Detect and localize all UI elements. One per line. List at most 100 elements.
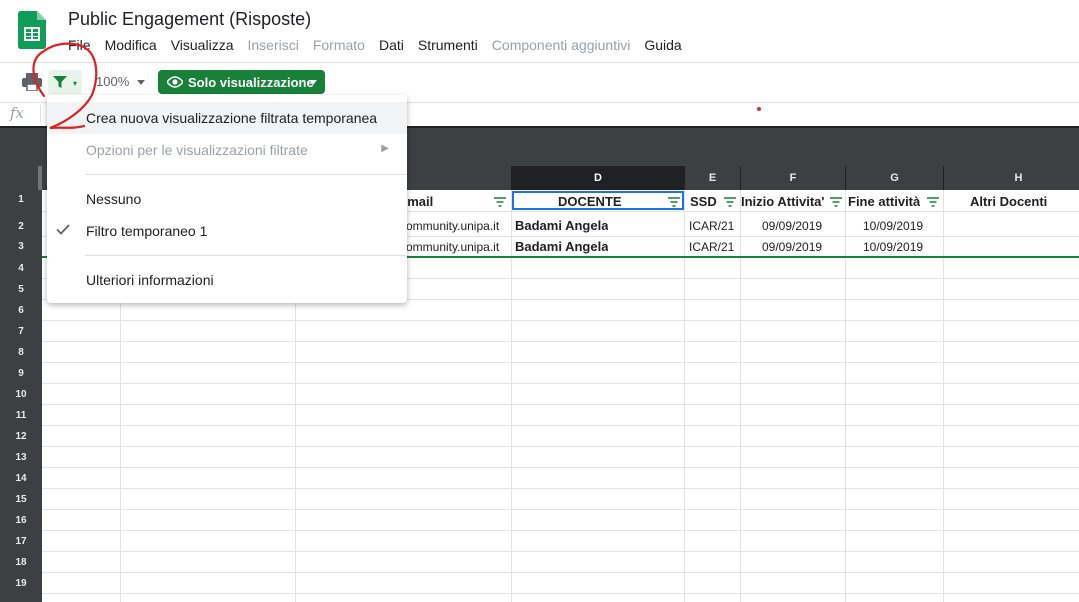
menu-formato: Formato bbox=[312, 37, 365, 53]
grid-line bbox=[42, 530, 1079, 531]
row-header[interactable]: 19 bbox=[0, 578, 42, 589]
menu-guida[interactable]: Guida bbox=[644, 37, 681, 53]
row-header[interactable]: 2 bbox=[0, 221, 42, 232]
menu-separator bbox=[85, 174, 407, 175]
header-cell-ssd[interactable]: SSD bbox=[690, 194, 717, 209]
table-cell-inizio[interactable]: 09/09/2019 bbox=[762, 219, 822, 233]
row-header[interactable]: 14 bbox=[0, 473, 42, 484]
menu-item-label: Opzioni per le visualizzazioni filtrate bbox=[86, 142, 308, 158]
grid-line bbox=[845, 190, 846, 602]
grid-line bbox=[42, 593, 1079, 594]
table-cell-ssd[interactable]: ICAR/21 bbox=[689, 240, 734, 254]
sheets-logo-icon[interactable] bbox=[18, 11, 46, 49]
document-title[interactable]: Public Engagement (Risposte) bbox=[68, 9, 311, 30]
menu-item-label: Crea nuova visualizzazione filtrata temp… bbox=[86, 110, 378, 126]
menu-separator bbox=[85, 255, 407, 256]
row-header[interactable]: 1 bbox=[0, 194, 42, 205]
column-header-f[interactable]: F bbox=[741, 166, 846, 190]
grid-line bbox=[740, 190, 741, 602]
row-header[interactable]: 10 bbox=[0, 389, 42, 400]
view-mode-caret-icon bbox=[309, 80, 317, 85]
view-mode-label: Solo visualizzazione bbox=[188, 75, 314, 90]
column-filter-icon[interactable] bbox=[927, 197, 939, 207]
row-header[interactable]: 8 bbox=[0, 347, 42, 358]
grid-line bbox=[42, 404, 1079, 405]
column-filter-icon[interactable] bbox=[668, 197, 680, 207]
header-cell-fine[interactable]: Fine attività bbox=[848, 194, 920, 209]
table-cell-docente[interactable]: Badami Angela bbox=[515, 239, 608, 254]
annotation-dot bbox=[757, 107, 761, 111]
menu-inserisci: Inserisci bbox=[247, 37, 299, 53]
fx-icon: fx bbox=[10, 104, 25, 122]
menu-item-label: Nessuno bbox=[86, 191, 142, 207]
filter-views-menu: Crea nuova visualizzazione filtrata temp… bbox=[47, 95, 407, 303]
row-header[interactable]: 18 bbox=[0, 557, 42, 568]
grid-line bbox=[42, 320, 1079, 321]
filter-icon bbox=[53, 76, 67, 88]
column-filter-icon[interactable] bbox=[830, 197, 842, 207]
grid-line bbox=[42, 446, 1079, 447]
row-header[interactable]: 15 bbox=[0, 494, 42, 505]
column-filter-icon[interactable] bbox=[494, 197, 506, 207]
row-header[interactable]: 11 bbox=[0, 410, 42, 421]
chevron-down-icon: ▾ bbox=[73, 79, 78, 88]
menu-file[interactable]: File bbox=[68, 37, 91, 53]
header-cell-inizio[interactable]: Inizio Attivita' bbox=[741, 194, 829, 209]
grid-line bbox=[42, 467, 1079, 468]
menu-item-filtro-temporaneo-1[interactable]: Filtro temporaneo 1 bbox=[47, 215, 407, 247]
eye-icon bbox=[167, 76, 183, 88]
table-cell-ssd[interactable]: ICAR/21 bbox=[689, 219, 734, 233]
row-header[interactable]: 4 bbox=[0, 263, 42, 274]
view-mode-button[interactable]: Solo visualizzazione bbox=[158, 70, 325, 94]
print-icon[interactable] bbox=[22, 73, 42, 91]
row-header[interactable]: 12 bbox=[0, 431, 42, 442]
check-icon bbox=[56, 224, 70, 235]
table-cell-fine[interactable]: 10/09/2019 bbox=[863, 219, 923, 233]
grid-line bbox=[511, 190, 512, 602]
grid-line bbox=[42, 383, 1079, 384]
menu-item-filter-view-options: Opzioni per le visualizzazioni filtrate … bbox=[47, 134, 407, 166]
row-header[interactable]: 9 bbox=[0, 368, 42, 379]
header-cell-altri-docenti[interactable]: Altri Docenti bbox=[970, 194, 1047, 209]
grid-line bbox=[42, 551, 1079, 552]
row-header[interactable]: 5 bbox=[0, 284, 42, 295]
menu-item-label: Filtro temporaneo 1 bbox=[86, 223, 208, 239]
menu-item-nessuno[interactable]: Nessuno bbox=[47, 183, 407, 215]
header-cell-docente[interactable]: DOCENTE bbox=[558, 194, 622, 209]
submenu-arrow-icon: ▶ bbox=[381, 143, 389, 154]
grid-line bbox=[684, 190, 685, 602]
zoom-caret-icon[interactable] bbox=[137, 80, 145, 85]
column-header-d[interactable]: D bbox=[512, 166, 685, 190]
column-header-h[interactable]: H bbox=[944, 166, 1079, 190]
menu-item-ulteriori-informazioni[interactable]: Ulteriori informazioni bbox=[47, 264, 407, 296]
table-cell-fine[interactable]: 10/09/2019 bbox=[863, 240, 923, 254]
grid-line bbox=[42, 341, 1079, 342]
row-header[interactable]: 6 bbox=[0, 305, 42, 316]
column-header-e[interactable]: E bbox=[685, 166, 741, 190]
row-header[interactable]: 16 bbox=[0, 515, 42, 526]
menu-modifica[interactable]: Modifica bbox=[105, 37, 157, 53]
table-cell-docente[interactable]: Badami Angela bbox=[515, 218, 608, 233]
row-header[interactable]: 7 bbox=[0, 326, 42, 337]
column-filter-icon[interactable] bbox=[724, 197, 736, 207]
grid-line bbox=[42, 362, 1079, 363]
filter-views-button[interactable]: ▾ bbox=[48, 70, 82, 94]
grid-line bbox=[42, 488, 1079, 489]
menu-visualizza[interactable]: Visualizza bbox=[171, 37, 234, 53]
row-header[interactable]: 17 bbox=[0, 536, 42, 547]
zoom-select[interactable]: 100% bbox=[96, 74, 129, 89]
menu-componenti-aggiuntivi: Componenti aggiuntivi bbox=[491, 37, 631, 53]
select-all-corner[interactable] bbox=[0, 166, 42, 190]
table-cell-email[interactable]: community.unipa.it bbox=[400, 240, 499, 254]
row-header[interactable]: 3 bbox=[0, 241, 42, 252]
menu-strumenti[interactable]: Strumenti bbox=[418, 37, 478, 53]
grid-line bbox=[943, 190, 944, 602]
column-header-g[interactable]: G bbox=[846, 166, 944, 190]
table-cell-email[interactable]: community.unipa.it bbox=[400, 219, 499, 233]
menu-item-create-temp-filter-view[interactable]: Crea nuova visualizzazione filtrata temp… bbox=[47, 102, 407, 134]
row-header[interactable]: 13 bbox=[0, 452, 42, 463]
menu-bar: File Modifica Visualizza Inserisci Forma… bbox=[68, 37, 696, 53]
grid-line bbox=[42, 509, 1079, 510]
table-cell-inizio[interactable]: 09/09/2019 bbox=[762, 240, 822, 254]
menu-dati[interactable]: Dati bbox=[379, 37, 404, 53]
